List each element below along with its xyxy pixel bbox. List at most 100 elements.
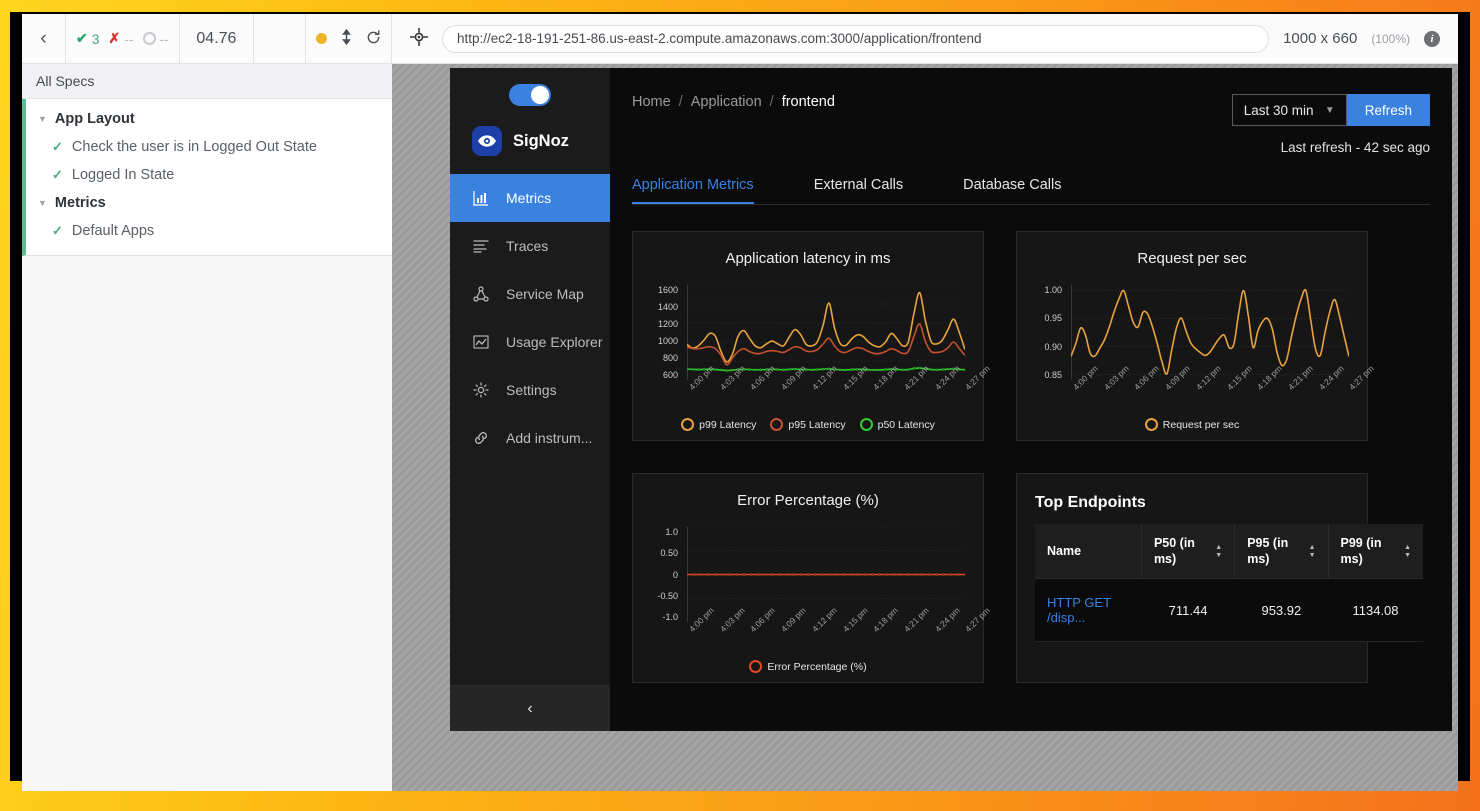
reload-icon[interactable] [366, 29, 381, 48]
dot-icon [316, 33, 327, 44]
cypress-toolbar: ‹ ✔ 3 ✗ -- -- 04.76 [22, 14, 392, 64]
y-tick-label: 1600 [657, 285, 678, 295]
endpoint-p95: 953.92 [1234, 578, 1328, 642]
viewport-scale: (100%) [1371, 31, 1410, 46]
legend-item[interactable]: Error Percentage (%) [749, 660, 867, 673]
endpoint-link[interactable]: HTTP GET /disp... [1047, 595, 1111, 625]
back-button[interactable]: ‹ [22, 14, 66, 63]
y-tick-label: 1.00 [1044, 285, 1062, 295]
sidebar-item-label: Add instrum... [506, 430, 593, 446]
sidebar-item-add-instrumentation[interactable]: Add instrum... [450, 414, 610, 462]
x-icon: ✗ [108, 30, 121, 46]
spec-test[interactable]: ✓ Logged In State [26, 161, 392, 189]
column-header-p95[interactable]: P95 (in ms) ▲ ▼ [1234, 524, 1329, 579]
sidebar-item-metrics[interactable]: Metrics [450, 174, 610, 222]
endpoint-p99: 1134.08 [1328, 578, 1423, 642]
legend-item[interactable]: p99 Latency [681, 418, 756, 431]
breadcrumb-sep: / [769, 94, 774, 110]
chart-card-error-percentage: Error Percentage (%) 1.0 0.50 0 -0.50 -1.0 4… [632, 473, 992, 683]
passed-count: 3 [91, 30, 100, 47]
stat-passed: ✔ 3 [76, 30, 100, 47]
legend-label: Request per sec [1162, 418, 1240, 431]
column-header-name[interactable]: Name [1035, 524, 1142, 579]
selector-playground-icon[interactable] [409, 27, 429, 49]
signoz-main: Home / Application / frontend Last 30 mi… [610, 68, 1452, 731]
sidebar-item-usage-explorer[interactable]: Usage Explorer [450, 318, 610, 366]
legend-item[interactable]: p95 Latency [770, 418, 846, 431]
metrics-tabs: Application Metrics External Calls Datab… [632, 177, 1430, 205]
breadcrumb-current: frontend [781, 94, 835, 110]
spec-suite[interactable]: ▼ App Layout [26, 105, 392, 133]
column-header-p50[interactable]: P50 (in ms) ▲ ▼ [1141, 524, 1236, 579]
signoz-eye-icon [472, 126, 502, 156]
legend-marker-icon [1144, 418, 1158, 431]
sidebar-item-label: Settings [506, 382, 557, 398]
spec-suite[interactable]: ▼ Metrics [26, 189, 392, 217]
chart-plot: 1.00 0.95 0.90 0.85 4:00 pm 4:03 pm 4:06 pm 4:… [1027, 285, 1376, 392]
endpoint-p50: 711.44 [1141, 578, 1235, 642]
breadcrumb-application[interactable]: Application [691, 94, 762, 110]
tab-external-calls[interactable]: External Calls [814, 177, 903, 204]
bar-chart-icon [472, 190, 490, 206]
check-icon: ✓ [52, 223, 63, 238]
legend-item[interactable]: Request per sec [1144, 418, 1240, 431]
chevron-left-icon: ‹ [527, 699, 533, 717]
y-tick-label: 0.50 [660, 548, 678, 559]
tab-database-calls[interactable]: Database Calls [963, 177, 1061, 204]
legend-item[interactable]: p50 Latency [859, 418, 935, 431]
chart-card-application-latency: Application latency in ms 1600 1400 1200 10… [632, 231, 992, 441]
legend-label: p95 Latency [788, 418, 846, 431]
spec-test[interactable]: ✓ Default Apps [26, 217, 392, 245]
time-range-select[interactable]: Last 30 min ▼ [1231, 94, 1347, 126]
y-axis-ticks: 1600 1400 1200 1000 800 600 [643, 285, 683, 380]
brand[interactable]: SigNoz [450, 112, 610, 174]
test-name: Default Apps [71, 223, 155, 239]
breadcrumb-home[interactable]: Home [632, 94, 671, 110]
failed-count: -- [124, 30, 134, 47]
y-tick-label: -0.50 [657, 590, 678, 601]
series-line [687, 293, 965, 362]
sort-icon[interactable]: ▲ ▼ [1404, 544, 1411, 559]
column-header-p99[interactable]: P99 (in ms) ▲ ▼ [1328, 524, 1423, 579]
p95-label: P95 (in ms) [1247, 536, 1289, 566]
chart-plot: 1600 1400 1200 1000 800 600 4:00 pm 4:03 pm 4:0… [643, 285, 992, 392]
brand-name: SigNoz [513, 131, 569, 150]
info-icon[interactable]: i [1424, 30, 1440, 47]
link-icon [472, 430, 490, 446]
chart-card-request-per-sec: Request per sec 1.00 0.95 0.90 0.85 4:00 pm… [1016, 231, 1376, 441]
p50-label: P50 (in ms) [1153, 536, 1195, 566]
signoz-sidebar: SigNoz Metrics Traces Service Map Usage … [450, 68, 610, 731]
refresh-button[interactable]: Refresh [1346, 94, 1430, 126]
top-endpoints-table: Name P50 (in ms) ▲ ▼ P95 (in ms) ▲ ▼ P99… [1035, 524, 1423, 642]
test-stats: ✔ 3 ✗ -- -- [66, 14, 180, 63]
toolbar-spacer [254, 14, 306, 63]
table-head: Name P50 (in ms) ▲ ▼ P95 (in ms) ▲ ▼ P99… [1035, 524, 1423, 579]
chevron-down-icon: ▼ [38, 198, 47, 208]
sidebar-item-settings[interactable]: Settings [450, 366, 610, 414]
y-tick-label: 1400 [657, 302, 678, 312]
legend-marker-icon [749, 660, 763, 673]
breadcrumb-sep: / [678, 94, 683, 110]
sort-icon[interactable]: ▲ ▼ [1309, 544, 1316, 559]
sort-icon[interactable]: ▲ ▼ [1215, 544, 1222, 559]
check-icon: ✓ [52, 139, 63, 154]
legend-marker-icon [681, 418, 695, 431]
chart-title: Application latency in ms [725, 250, 891, 267]
sidebar-item-label: Metrics [506, 190, 552, 206]
theme-toggle[interactable] [509, 84, 551, 106]
sidebar-nav: Metrics Traces Service Map Usage Explore… [450, 174, 610, 462]
y-tick-label: 0.85 [1044, 369, 1062, 380]
y-tick-label: 0.90 [1044, 341, 1062, 352]
url-input[interactable]: http://ec2-18-191-251-86.us-east-2.compu… [442, 24, 1270, 53]
arrows-vertical-icon[interactable] [341, 28, 352, 48]
chart-plot: 1.0 0.50 0 -0.50 -1.0 4:00 pm 4:03 pm 4:06 pm 4… [643, 527, 992, 634]
sidebar-item-traces[interactable]: Traces [450, 222, 610, 270]
sidebar-item-service-map[interactable]: Service Map [450, 270, 610, 318]
sidebar-collapse-button[interactable]: ‹ [450, 685, 610, 731]
stat-failed: ✗ -- [109, 30, 134, 47]
all-specs-header[interactable]: All Specs [22, 64, 392, 99]
spec-test[interactable]: ✓ Check the user is in Logged Out State [26, 133, 392, 161]
p99-label: P99 (in ms) [1340, 536, 1382, 566]
test-name: Logged In State [71, 167, 175, 183]
tab-application-metrics[interactable]: Application Metrics [632, 177, 754, 204]
